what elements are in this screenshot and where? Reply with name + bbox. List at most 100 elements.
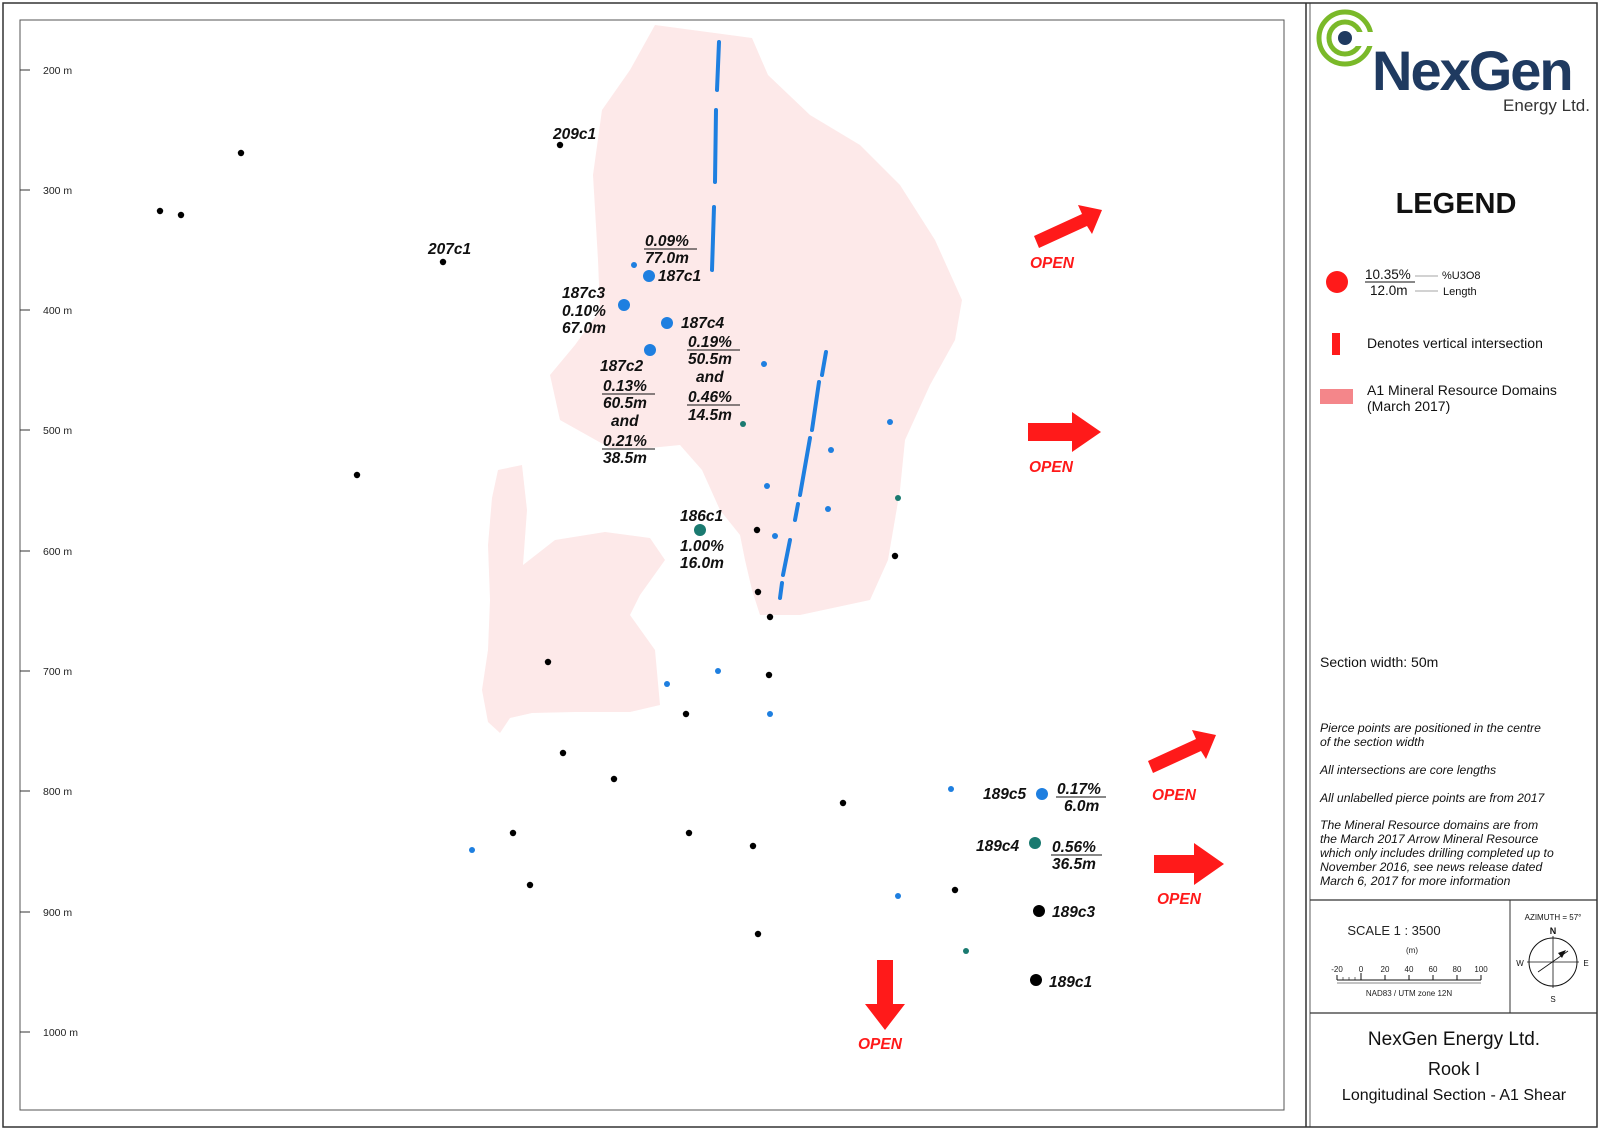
note-line: the March 2017 Arrow Mineral Resource: [1320, 832, 1539, 846]
scale-tick: 20: [1381, 965, 1390, 974]
length2-187c4: 14.5m: [688, 407, 732, 424]
hole-marker-189c4: [1029, 837, 1041, 849]
note-line: The Mineral Resource domains are from: [1320, 818, 1539, 832]
length-189c5: 6.0m: [1064, 798, 1100, 815]
depth-label: 300 m: [43, 185, 72, 197]
depth-label: 800 m: [43, 786, 72, 798]
datum-label: NAD83 / UTM zone 12N: [1366, 989, 1452, 998]
compass-w: W: [1516, 959, 1524, 968]
hole-marker-189c1: [1030, 974, 1042, 986]
hole-label-189c1: 189c1: [1049, 974, 1092, 991]
legend-domain-swatch: [1320, 389, 1353, 404]
legend-grade-label: %U3O8: [1442, 270, 1481, 282]
hole-label-187c4: 187c4: [681, 315, 724, 332]
scale-label: SCALE 1 : 3500: [1347, 923, 1440, 938]
depth-label: 700 m: [43, 666, 72, 678]
open-arrow-3: [1148, 730, 1216, 773]
open-arrow-1: [1034, 205, 1102, 248]
titleblock-company: NexGen Energy Ltd.: [1367, 1029, 1541, 1050]
length-187c3: 67.0m: [562, 320, 606, 337]
hole-marker-187c1: [643, 270, 655, 282]
grade2-187c2: 0.21%: [603, 433, 647, 450]
legend-intersection-symbol: [1326, 271, 1348, 293]
scale-tick: 100: [1474, 965, 1488, 974]
grade-187c4: 0.19%: [688, 334, 732, 351]
depth-label: 600 m: [43, 546, 72, 558]
scale-unit: (m): [1406, 946, 1418, 955]
hole-marker-187c4: [661, 317, 673, 329]
grade-186c1: 1.00%: [680, 538, 724, 555]
hole-marker-187c3: [618, 299, 630, 311]
titleblock-section: Longitudinal Section - A1 Shear: [1341, 1087, 1567, 1104]
legend-vertical-label: Denotes vertical intersection: [1367, 335, 1543, 351]
length-187c1: 77.0m: [645, 250, 689, 267]
scale-tick: -20: [1331, 965, 1343, 974]
brand-sub: Energy Ltd.: [1503, 96, 1590, 115]
compass-s: S: [1550, 995, 1555, 1004]
brand-name: NexGen: [1372, 39, 1572, 102]
depth-label: 1000 m: [43, 1027, 78, 1039]
grade-189c5: 0.17%: [1057, 781, 1101, 798]
note-line: Pierce points are positioned in the cent…: [1320, 721, 1541, 735]
note-line: of the section width: [1320, 735, 1425, 749]
note-line: All unlabelled pierce points are from 20…: [1320, 791, 1545, 805]
note-line: which only includes drilling completed u…: [1320, 846, 1554, 860]
compass-n: N: [1550, 926, 1557, 936]
titleblock-project: Rook I: [1427, 1059, 1481, 1079]
hole-label-187c1: 187c1: [658, 268, 701, 285]
hole-marker-187c2: [644, 344, 656, 356]
compass-rose-icon: [1527, 936, 1579, 988]
depth-label: 400 m: [43, 305, 72, 317]
legend-domain-label-2: (March 2017): [1367, 398, 1451, 414]
legend-vertical-intersection-symbol: [1332, 333, 1340, 355]
legend-length-label: Length: [1443, 286, 1477, 298]
open-label: OPEN: [1152, 787, 1197, 804]
length-187c2: 60.5m: [603, 395, 647, 412]
and-187c4: and: [696, 369, 724, 386]
legend-title: LEGEND: [1395, 188, 1517, 220]
scale-tick: 0: [1359, 965, 1364, 974]
length-187c4: 50.5m: [688, 351, 732, 368]
hole-label-189c4: 189c4: [976, 838, 1019, 855]
length-186c1: 16.0m: [680, 555, 724, 572]
open-label: OPEN: [858, 1036, 903, 1053]
legend-sample-length: 12.0m: [1370, 283, 1408, 298]
open-label: OPEN: [1029, 459, 1074, 476]
open-arrow-4: [1154, 843, 1224, 885]
hole-label-189c5: 189c5: [983, 786, 1026, 803]
note-line: March 6, 2017 for more information: [1320, 874, 1511, 888]
depth-axis: [20, 69, 30, 1033]
depth-label: 200 m: [43, 65, 72, 77]
scale-bar: [1336, 973, 1482, 984]
hole-label-187c2: 187c2: [600, 358, 643, 375]
hole-label-207c1: 207c1: [427, 241, 471, 258]
length2-187c2: 38.5m: [603, 450, 647, 467]
scale-tick: 60: [1429, 965, 1438, 974]
nexgen-logo: NexGen Energy Ltd.: [1316, 9, 1590, 115]
scale-tick: 40: [1405, 965, 1414, 974]
hole-marker-189c3: [1033, 905, 1045, 917]
grade-187c2: 0.13%: [603, 378, 647, 395]
note-line: All intersections are core lengths: [1320, 763, 1497, 777]
mineral-resource-domain-lower: [482, 465, 665, 733]
legend-sample-grade: 10.35%: [1365, 267, 1411, 282]
scale-tick: 80: [1453, 965, 1462, 974]
grade-187c1: 0.09%: [645, 233, 689, 250]
compass-e: E: [1583, 959, 1588, 968]
hole-label-189c3: 189c3: [1052, 904, 1095, 921]
grade-187c3: 0.10%: [562, 303, 606, 320]
hole-marker-186c1: [694, 524, 706, 536]
longitudinal-section-figure: 200 m 300 m 400 m 500 m 600 m 700 m 800 …: [2, 2, 1598, 1128]
hole-label-186c1: 186c1: [680, 508, 723, 525]
note-line: November 2016, see news release dated: [1320, 860, 1543, 874]
grade2-187c4: 0.46%: [688, 389, 732, 406]
hole-label-209c1: 209c1: [552, 126, 596, 143]
hole-label-187c3: 187c3: [562, 285, 605, 302]
open-label: OPEN: [1030, 255, 1075, 272]
legend-domain-label-1: A1 Mineral Resource Domains: [1367, 382, 1557, 398]
open-arrow-5: [865, 960, 905, 1030]
length-189c4: 36.5m: [1052, 856, 1096, 873]
open-label: OPEN: [1157, 891, 1202, 908]
depth-label: 900 m: [43, 907, 72, 919]
grade-189c4: 0.56%: [1052, 839, 1096, 856]
